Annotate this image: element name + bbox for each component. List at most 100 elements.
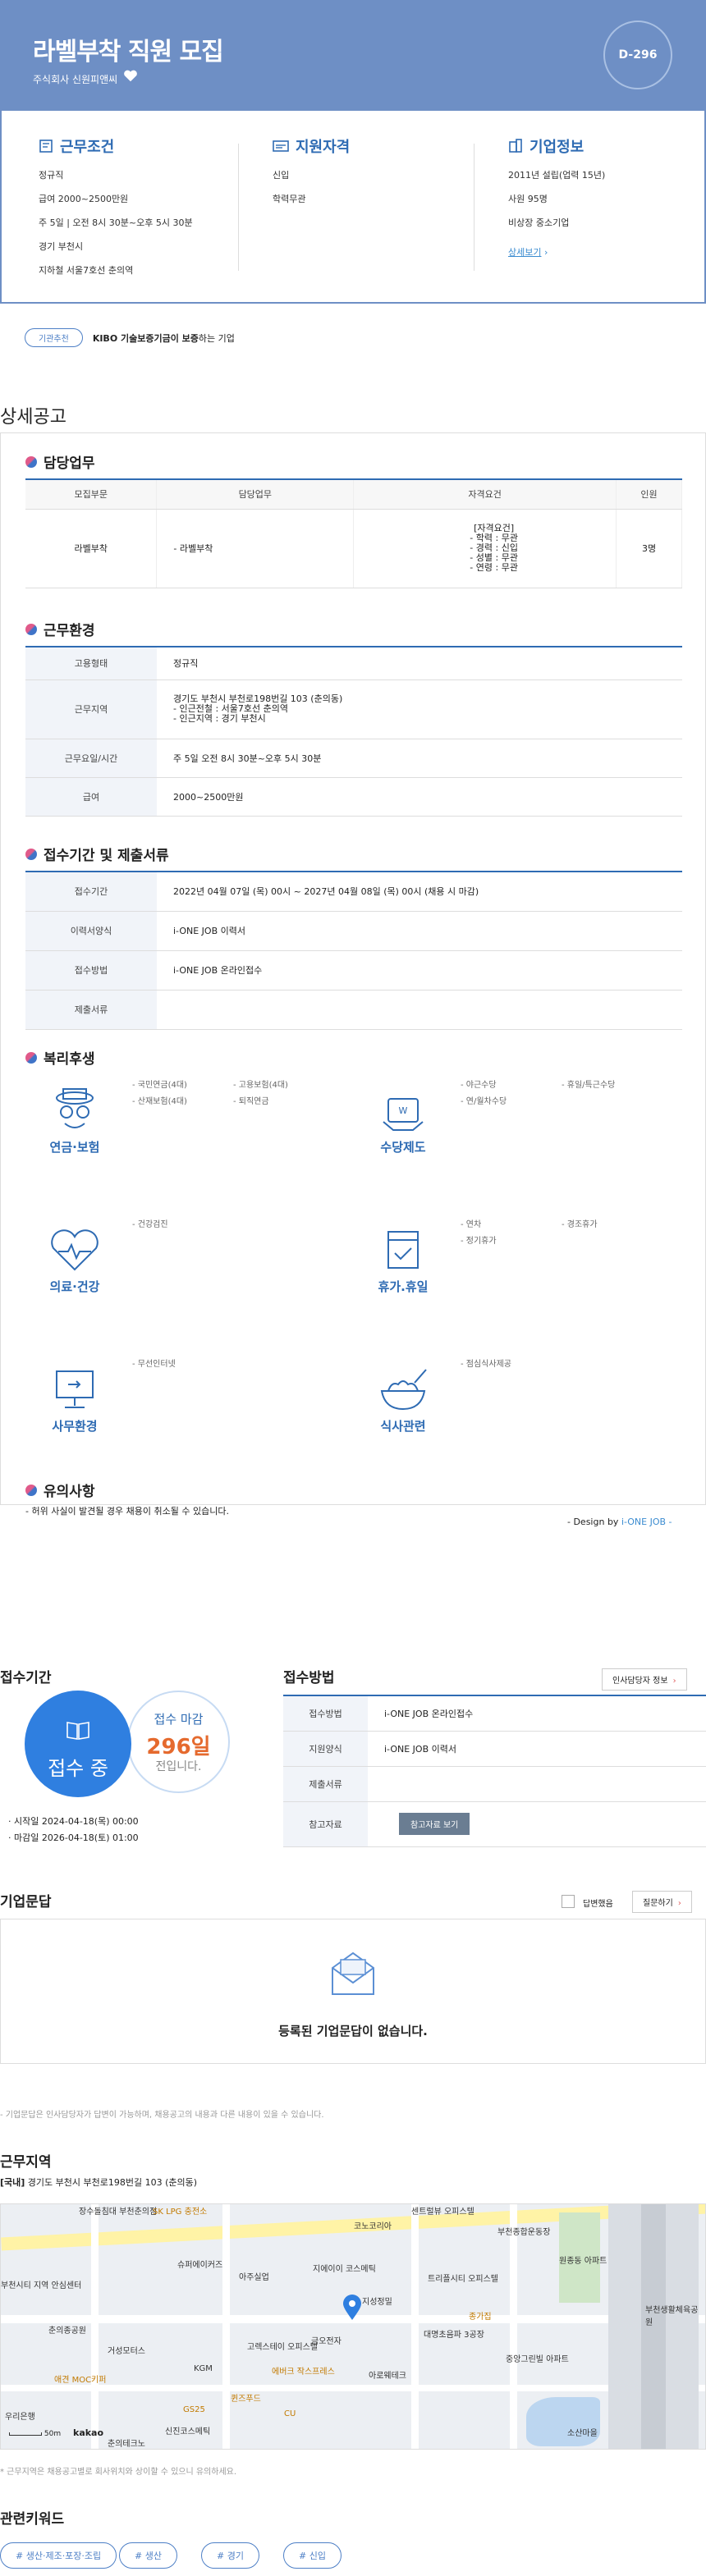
- col-header: 담당업무: [156, 479, 355, 510]
- company-item: 비상장 중소기업: [508, 217, 570, 228]
- welfare-item: - 정기휴가: [461, 1237, 497, 1246]
- env-table: 고용형태 정규직 근무지역 경기도 부천시 부천로198번길 103 (춘의동) -…: [25, 646, 682, 817]
- keywords-title: 관련키워드: [0, 2511, 65, 2528]
- keyword-tag[interactable]: # 생산: [119, 2542, 177, 2569]
- welfare-item: - 고용보험(4대): [233, 1081, 288, 1090]
- duty-heading: 담당업무: [25, 451, 95, 472]
- detail-title: 상세공고: [0, 407, 66, 428]
- keyword-tag[interactable]: # 생산·제조·포장·조립: [0, 2542, 117, 2569]
- welfare-group: 의료·건강 - 건강검진: [34, 1217, 346, 1307]
- address-text: 경기도 부천시 부천로198번길 103 (춘의동): [27, 2177, 198, 2188]
- deadline-suffix: 전입니다.: [155, 1760, 202, 1773]
- location-tag: [국내]: [0, 2177, 25, 2188]
- table-cell: - 라벨부착: [156, 509, 355, 588]
- ask-button[interactable]: 질문하기 ›: [632, 1891, 692, 1913]
- map-road: [91, 2204, 99, 2449]
- table-cell: [368, 1766, 706, 1802]
- row-header: 접수방법: [283, 1695, 368, 1732]
- map-label: 트리플시티 오피스텔: [428, 2275, 498, 2284]
- job-header: 라벨부착 직원 모집 주식회사 신원피앤씨 D-296: [0, 0, 706, 111]
- status-circle: 접수 중: [25, 1691, 131, 1797]
- qualification-item: 학력무관: [273, 194, 306, 204]
- welfare-name: 휴가.휴일: [378, 1279, 429, 1294]
- id-card-icon: [273, 140, 289, 152]
- keyword-tag[interactable]: # 경기: [201, 2542, 259, 2569]
- qa-empty-box: 등록된 기업문답이 없습니다.: [0, 1919, 706, 2064]
- receipt-heading: 접수기간 및 제출서류: [25, 844, 169, 864]
- method-table: 접수방법 i-ONE JOB 온라인접수 지원양식 i-ONE JOB 이력서 제출…: [283, 1695, 706, 1847]
- allowance-icon: W: [383, 1098, 424, 1131]
- table-cell: 2022년 04월 07일 (목) 00시 ~ 2027년 04월 08일 (목…: [157, 872, 682, 912]
- map-label: CU: [284, 2409, 296, 2418]
- qualification-item: 신입: [273, 170, 290, 181]
- table-cell: i-ONE JOB 이력서: [157, 911, 682, 951]
- env-title: 근무환경: [44, 623, 95, 639]
- col-header: 모집부문: [25, 479, 158, 510]
- row-header: 고용형태: [25, 647, 157, 680]
- bullet-icon: [25, 848, 37, 860]
- company-info-title: 기업정보: [530, 139, 585, 156]
- start-date: · 시작일 2024-04-18(목) 00:00: [8, 1816, 139, 1827]
- heart-icon[interactable]: [123, 69, 138, 84]
- map-road: [1, 2385, 705, 2391]
- qa-note: - 기업문답은 인사담당자가 답변이 가능하며, 채용공고의 내용과 다른 내용…: [0, 2111, 324, 2120]
- work-conditions: 근무조건 정규직 급여 2000~2500만원 주 5일 | 오전 8시 30분…: [39, 135, 236, 287]
- bullet-icon: [25, 1484, 37, 1496]
- bullet-icon: [25, 623, 37, 635]
- welfare-item: - 국민연금(4대): [132, 1081, 187, 1090]
- row-header: 급여: [25, 777, 157, 817]
- svg-text:W: W: [399, 1105, 408, 1116]
- location-pin-icon[interactable]: [342, 2295, 362, 2321]
- work-conditions-title: 근무조건: [60, 139, 115, 156]
- end-date: · 마감일 2026-04-18(토) 01:00: [8, 1832, 139, 1843]
- reference-button[interactable]: 참고자료 보기: [399, 1813, 470, 1835]
- row-header: 이력서양식: [25, 911, 157, 951]
- col-header: 자격요건: [353, 479, 617, 510]
- row-header: 제출서류: [283, 1766, 368, 1802]
- table-cell: 정규직: [157, 647, 682, 680]
- map-label: 고렉스테이 오피스텔: [247, 2343, 318, 2352]
- row-header: 참고자료: [283, 1801, 368, 1847]
- deadline-days: 296일: [146, 1735, 211, 1759]
- welfare-group: 휴가.휴일 - 연차 - 경조휴가 - 정기휴가: [362, 1217, 674, 1307]
- company-name[interactable]: 주식회사 신원피앤씨: [33, 72, 117, 86]
- reply-label: 답변했음: [583, 1900, 613, 1909]
- receipt-table: 접수기간 2022년 04월 07일 (목) 00시 ~ 2027년 04월 08…: [25, 871, 682, 1030]
- map[interactable]: 장수돌침대 부천춘의점 SK LPG 충전소 센트럴뷰 오피스텔 부천종합운동장…: [0, 2203, 706, 2450]
- welfare-heading: 복리후생: [25, 1047, 95, 1068]
- notice-text: - 허위 사실이 발견될 경우 채용이 취소될 수 있습니다.: [25, 1506, 229, 1517]
- company-detail-link[interactable]: 상세보기: [508, 247, 541, 258]
- welfare-name: 사무환경: [52, 1419, 98, 1434]
- condition-item: 지하철 서울7호선 춘의역: [39, 265, 134, 276]
- table-cell: 2000~2500만원: [157, 777, 682, 817]
- hr-info-button[interactable]: 인사담당자 정보 ›: [602, 1668, 687, 1691]
- table-cell: [자격요건] - 학력 : 무관 - 경력 : 신입 - 성별 : 무관 - 연…: [353, 509, 617, 588]
- map-label: 지에이이 코스메틱: [313, 2265, 376, 2274]
- method-title: 접수방법: [283, 1670, 335, 1686]
- row-header: 근무지역: [25, 679, 157, 739]
- map-label: 코노코리아: [354, 2222, 392, 2231]
- receipt-title: 접수기간 및 제출서류: [44, 848, 169, 864]
- qualifications-title: 지원자격: [296, 139, 351, 156]
- chevron-right-icon: ›: [672, 1677, 676, 1686]
- map-road: [222, 2204, 230, 2449]
- table-cell: i-ONE JOB 온라인접수: [368, 1695, 706, 1732]
- kibo-rest: 하는 기업: [198, 332, 235, 344]
- location-title: 근무지역: [0, 2154, 52, 2171]
- job-title: 라벨부착 직원 모집: [33, 38, 224, 66]
- status-label: 접수 중: [48, 1757, 108, 1780]
- monitor-icon: [56, 1370, 94, 1408]
- design-brand[interactable]: i-ONE JOB: [621, 1517, 666, 1527]
- map-label: 소산마을: [567, 2429, 598, 2438]
- period-dates: · 시작일 2024-04-18(목) 00:00 · 마감일 2026-04-…: [8, 1814, 139, 1846]
- map-label: SK LPG 충전소: [153, 2208, 208, 2217]
- welfare-name: 연금·보험: [49, 1140, 100, 1155]
- welfare-name: 식사관련: [380, 1419, 426, 1434]
- map-label: 금오전자: [311, 2337, 342, 2346]
- reply-checkbox[interactable]: [562, 1895, 575, 1908]
- keyword-tag[interactable]: # 신입: [283, 2542, 342, 2569]
- design-prefix: - Design by: [567, 1517, 621, 1527]
- welfare-group: W 수당제도 - 야근수당 - 휴일/특근수당 - 연/월차수당: [362, 1078, 674, 1168]
- welfare-group: 사무환경 - 무선인터넷: [34, 1357, 346, 1447]
- calendar-icon: [387, 1231, 419, 1269]
